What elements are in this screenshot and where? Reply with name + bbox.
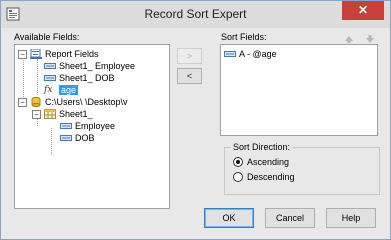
tree-item-formula[interactable]: fx age [44, 84, 79, 96]
sort-direction-label: Sort Direction: [231, 142, 293, 152]
tree-item-label: DOB [75, 133, 95, 143]
tree-item-database[interactable]: − C:\Users\ \Desktop\v [18, 96, 128, 108]
add-field-button[interactable]: > [177, 48, 202, 64]
collapse-icon[interactable]: − [32, 109, 41, 119]
tree-item-field[interactable]: Sheet1_ DOB [44, 72, 115, 84]
descending-radio[interactable] [233, 172, 243, 182]
sort-fields-label: Sort Fields: [221, 32, 267, 42]
table-icon [44, 109, 56, 119]
tree-item-label: age [59, 85, 79, 95]
tree-item-report-fields[interactable]: − Report Fields [18, 48, 99, 60]
move-down-icon[interactable] [365, 34, 375, 44]
ok-button[interactable]: OK [204, 208, 254, 228]
tree-item-label: Sheet1_ DOB [59, 73, 115, 83]
window-title: Record Sort Expert [144, 7, 247, 21]
field-icon [224, 51, 236, 57]
available-fields-tree[interactable]: − Report Fields Sheet1_ Employee Sheet1_… [14, 44, 170, 209]
collapse-icon[interactable]: − [18, 97, 27, 107]
tree-item-field[interactable]: Employee [60, 120, 115, 132]
descending-label: Descending [247, 172, 295, 182]
sort-field-label: A - @age [239, 49, 277, 59]
field-icon [60, 135, 72, 141]
remove-field-button[interactable]: < [177, 68, 202, 84]
field-icon [44, 63, 56, 69]
sort-fields-list[interactable]: A - @age [220, 44, 378, 136]
ascending-option[interactable]: Ascending [233, 157, 289, 167]
tree-connector [51, 128, 52, 155]
formula-icon: fx [44, 85, 53, 95]
available-fields-label: Available Fields: [14, 32, 80, 42]
database-icon [31, 97, 41, 107]
ascending-radio[interactable] [233, 157, 243, 167]
ascending-label: Ascending [247, 157, 290, 167]
tree-item-table[interactable]: − Sheet1_ [32, 108, 93, 120]
close-button[interactable]: ✕ [342, 1, 384, 20]
record-sort-expert-dialog: Record Sort Expert ✕ Available Fields: −… [0, 0, 391, 240]
help-button[interactable]: Help [326, 208, 376, 228]
sort-field-item[interactable]: A - @age [224, 48, 277, 60]
cancel-button[interactable]: Cancel [265, 208, 315, 228]
tree-item-field[interactable]: Sheet1_ Employee [44, 60, 135, 72]
move-up-icon[interactable] [344, 34, 354, 44]
tree-connector [37, 59, 38, 93]
tree-item-label: C:\Users\ \Desktop\v [45, 97, 128, 107]
field-icon [44, 75, 56, 81]
report-icon [30, 49, 42, 59]
sort-direction-group [224, 147, 380, 195]
tree-item-label: Report Fields [45, 49, 99, 59]
tree-item-label: Employee [75, 121, 116, 131]
title-bar: Record Sort Expert ✕ [1, 1, 390, 28]
tree-item-label: Sheet1_ Employee [59, 61, 136, 71]
field-icon [60, 123, 72, 129]
descending-option[interactable]: Descending [233, 172, 295, 182]
tree-item-field[interactable]: DOB [60, 132, 95, 144]
tree-item-label: Sheet1_ [59, 109, 93, 119]
collapse-icon[interactable]: − [18, 49, 27, 59]
